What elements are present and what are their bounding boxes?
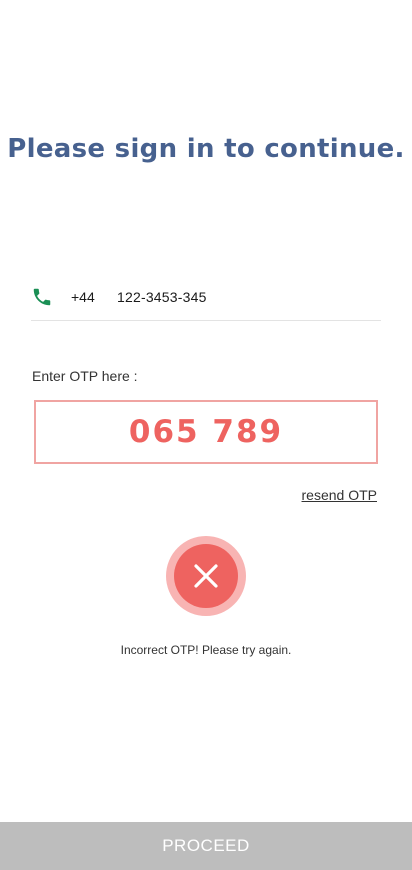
resend-otp-link[interactable]: resend OTP: [302, 487, 377, 503]
page-title: Please sign in to continue.: [7, 134, 405, 164]
phone-number: 122-3453-345: [117, 289, 207, 305]
otp-input[interactable]: 065 789: [34, 400, 378, 464]
error-message: Incorrect OTP! Please try again.: [120, 643, 292, 657]
proceed-button[interactable]: PROCEED: [0, 822, 412, 870]
otp-value: 065 789: [128, 414, 284, 450]
phone-number-field[interactable]: +44 122-3453-345: [31, 282, 381, 321]
country-code[interactable]: +44: [71, 289, 95, 305]
phone-icon: [31, 286, 53, 308]
otp-label: Enter OTP here :: [32, 368, 138, 384]
close-icon: [194, 564, 218, 588]
error-x-icon: [166, 536, 246, 616]
error-icon-circle: [174, 544, 238, 608]
